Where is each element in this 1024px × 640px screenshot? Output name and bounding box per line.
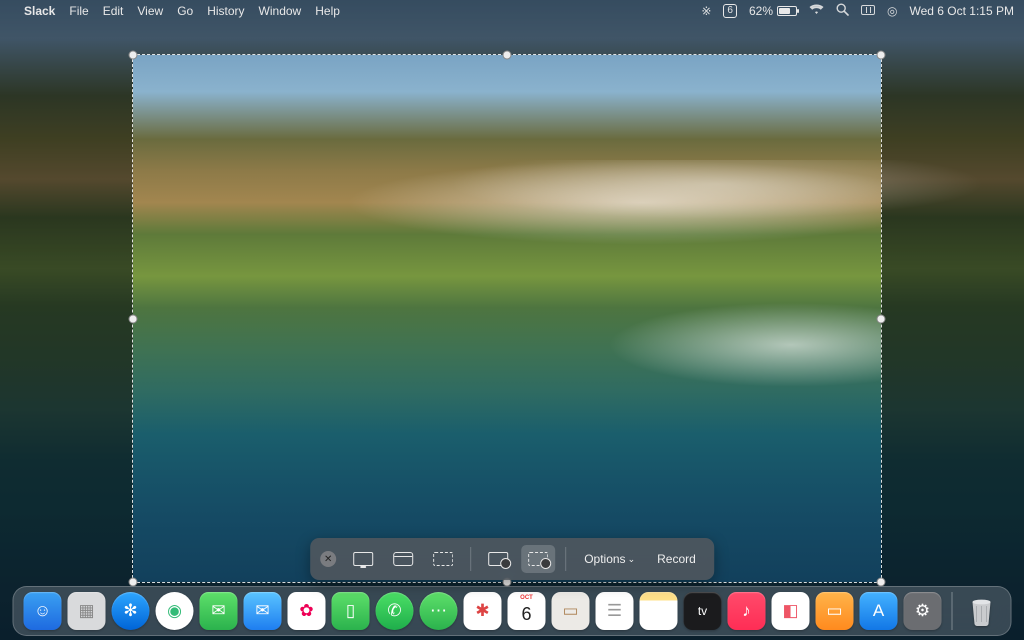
dock-app-chrome[interactable]: ◉ (156, 592, 194, 630)
capture-selection-button[interactable] (426, 545, 460, 573)
control-center-icon[interactable] (861, 4, 875, 18)
menu-view[interactable]: View (137, 4, 163, 18)
capture-window-button[interactable] (386, 545, 420, 573)
dock-app-contacts[interactable]: ▭ (552, 592, 590, 630)
battery-percent: 62% (749, 4, 773, 18)
dock-app-calendar[interactable]: OCT6 (508, 592, 546, 630)
dock-app-settings[interactable]: ⚙ (904, 592, 942, 630)
close-toolbar-button[interactable]: ✕ (320, 551, 336, 567)
siri-icon[interactable]: ◎ (887, 4, 897, 18)
wifi-icon[interactable] (809, 4, 824, 18)
battery-icon (777, 6, 797, 16)
menu-history[interactable]: History (207, 4, 244, 18)
dock-app-appstore[interactable]: A (860, 592, 898, 630)
dock-app-safari[interactable]: ✻ (112, 592, 150, 630)
dock-app-slack[interactable]: ✱ (464, 592, 502, 630)
dock-app-facetime[interactable]: ▯ (332, 592, 370, 630)
battery-status[interactable]: 62% (749, 4, 797, 18)
record-selection-icon (528, 552, 548, 566)
menu-bar: Slack File Edit View Go History Window H… (0, 0, 1024, 22)
menu-go[interactable]: Go (177, 4, 193, 18)
options-menu[interactable]: Options ⌄ (576, 545, 643, 573)
dock-app-todo[interactable]: ◧ (772, 592, 810, 630)
record-button[interactable]: Record (649, 545, 704, 573)
dock-app-keynote[interactable]: ▭ (816, 592, 854, 630)
toolbar-separator (565, 547, 566, 571)
record-screen-icon (488, 552, 508, 566)
capture-entire-screen-button[interactable] (346, 545, 380, 573)
dock-app-whatsapp[interactable]: ✆ (376, 592, 414, 630)
screenshot-toolbar: ✕ Options ⌄ Record (310, 538, 714, 580)
window-icon (393, 552, 413, 566)
dock-app-launchpad[interactable]: ▦ (68, 592, 106, 630)
record-entire-screen-button[interactable] (481, 545, 515, 573)
dock-app-messages[interactable]: ✉ (200, 592, 238, 630)
status-icon-1[interactable]: ※ (701, 4, 711, 18)
resize-handle-r[interactable] (877, 314, 886, 323)
menu-file[interactable]: File (69, 4, 88, 18)
dock-app-music[interactable]: ♪ (728, 592, 766, 630)
desktop-wallpaper: Slack File Edit View Go History Window H… (0, 0, 1024, 640)
toolbar-separator (470, 547, 471, 571)
resize-handle-l[interactable] (129, 314, 138, 323)
status-box-number[interactable]: 6 (723, 4, 737, 18)
dock: ☺▦✻◉✉✉✿▯✆⋯✱OCT6▭☰tv♪◧▭A⚙ (13, 586, 1012, 636)
capture-selection[interactable] (132, 54, 882, 583)
menu-help[interactable]: Help (315, 4, 340, 18)
dock-app-mail[interactable]: ✉ (244, 592, 282, 630)
dock-app-notes[interactable] (640, 592, 678, 630)
resize-handle-tr[interactable] (877, 51, 886, 60)
record-label: Record (657, 552, 696, 566)
search-icon[interactable] (836, 3, 849, 19)
dock-trash[interactable] (963, 592, 1001, 630)
menubar-clock[interactable]: Wed 6 Oct 1:15 PM (910, 4, 1015, 18)
screen-icon (353, 552, 373, 566)
chevron-down-icon: ⌄ (628, 554, 636, 565)
resize-handle-t[interactable] (503, 51, 512, 60)
dock-app-sms[interactable]: ⋯ (420, 592, 458, 630)
record-selection-button[interactable] (521, 545, 555, 573)
selection-preview (133, 55, 881, 582)
dock-app-appletv[interactable]: tv (684, 592, 722, 630)
dock-container: ☺▦✻◉✉✉✿▯✆⋯✱OCT6▭☰tv♪◧▭A⚙ (13, 586, 1012, 636)
dock-separator (952, 592, 953, 630)
resize-handle-tl[interactable] (129, 51, 138, 60)
dock-app-photos[interactable]: ✿ (288, 592, 326, 630)
menu-window[interactable]: Window (259, 4, 302, 18)
menu-edit[interactable]: Edit (103, 4, 124, 18)
options-label: Options (584, 552, 625, 566)
app-menu[interactable]: Slack (24, 4, 55, 18)
dock-app-finder[interactable]: ☺ (24, 592, 62, 630)
dashed-rect-icon (433, 552, 453, 566)
dock-app-reminders[interactable]: ☰ (596, 592, 634, 630)
